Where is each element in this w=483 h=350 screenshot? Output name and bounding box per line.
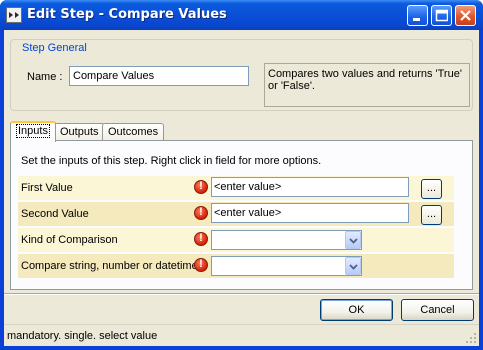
required-error-icon <box>194 180 208 194</box>
chevron-down-icon <box>349 264 358 270</box>
kind-of-comparison-select[interactable] <box>211 230 362 250</box>
name-label: Name : <box>27 71 63 83</box>
step-general-group: Step General Name : Compare Values Compa… <box>10 39 473 111</box>
dialog-body: Step General Name : Compare Values Compa… <box>4 30 479 346</box>
tab-outcomes[interactable]: Outcomes <box>102 123 165 141</box>
window-title: Edit Step - Compare Values <box>27 7 227 22</box>
first-value-browse-button[interactable]: ... <box>421 179 442 199</box>
close-icon <box>460 10 471 21</box>
tab-outcomes-label: Outcomes <box>108 126 159 138</box>
second-value-label: Second Value <box>21 208 89 220</box>
resize-grip-icon[interactable] <box>466 333 477 344</box>
tab-outputs[interactable]: Outputs <box>54 123 105 141</box>
required-error-icon <box>194 258 208 272</box>
step-description: Compares two values and returns 'True' o… <box>264 63 470 107</box>
status-text: mandatory. single. select value <box>7 330 158 342</box>
ok-button[interactable]: OK <box>320 299 393 321</box>
maximize-button[interactable] <box>431 5 452 26</box>
close-button[interactable] <box>455 5 476 26</box>
step-general-legend: Step General <box>20 42 89 54</box>
maximize-icon <box>435 9 448 22</box>
tab-outputs-label: Outputs <box>60 126 99 138</box>
first-value-field[interactable]: <enter value> <box>211 177 409 197</box>
second-value-field[interactable]: <enter value> <box>211 203 409 223</box>
required-error-icon <box>194 206 208 220</box>
compare-type-select[interactable] <box>211 256 362 276</box>
first-value-label: First Value <box>21 182 73 194</box>
required-error-icon <box>194 232 208 246</box>
inputs-panel: Set the inputs of this step. Right click… <box>10 140 473 290</box>
name-field[interactable]: Compare Values <box>69 66 249 86</box>
divider <box>4 293 479 295</box>
title-bar[interactable]: Edit Step - Compare Values <box>0 0 483 30</box>
dropdown-button[interactable] <box>345 231 361 249</box>
minimize-button[interactable] <box>407 5 428 26</box>
kind-of-comparison-label: Kind of Comparison <box>21 234 118 246</box>
tab-inputs[interactable]: Inputs <box>10 121 56 142</box>
input-row-second-value: Second Value <enter value> ... <box>18 202 454 226</box>
tab-inputs-label: Inputs <box>16 124 50 138</box>
dropdown-button[interactable] <box>345 257 361 275</box>
dialog-window: Edit Step - Compare Values Step General … <box>0 0 483 350</box>
cancel-button[interactable]: Cancel <box>401 299 474 321</box>
second-value-browse-button[interactable]: ... <box>421 205 442 225</box>
input-row-kind-of-comparison: Kind of Comparison <box>18 228 454 252</box>
status-bar: mandatory. single. select value <box>4 324 479 346</box>
compare-type-label: Compare string, number or datetime <box>21 260 198 272</box>
minimize-icon <box>413 18 420 21</box>
step-icon[interactable] <box>6 7 22 23</box>
chevron-down-icon <box>349 238 358 244</box>
input-row-first-value: First Value <enter value> ... <box>18 176 454 200</box>
inputs-instructions: Set the inputs of this step. Right click… <box>21 155 322 167</box>
input-row-compare-type: Compare string, number or datetime <box>18 254 454 278</box>
